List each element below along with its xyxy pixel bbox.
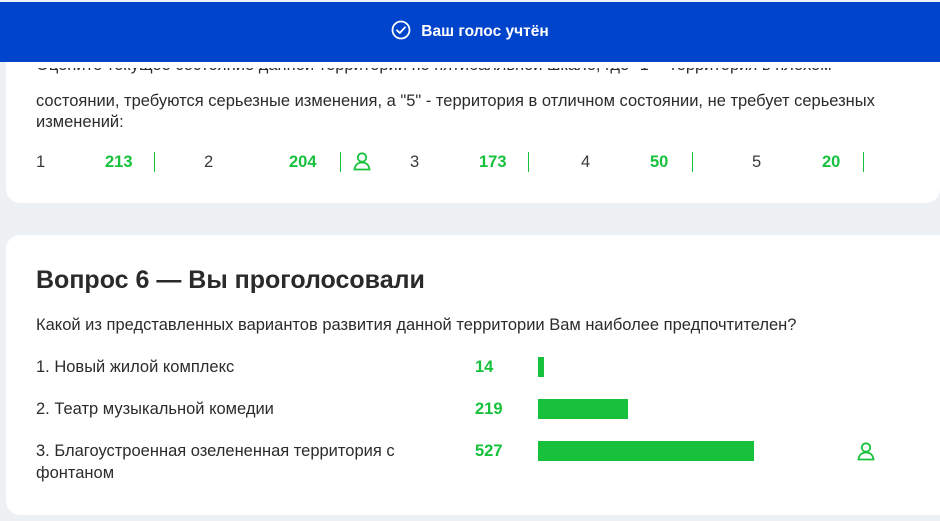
option-label: 1. Новый жилой комплекс (36, 358, 235, 376)
user-voted-icon (352, 151, 372, 171)
scale-label: 5 (752, 153, 762, 171)
scale-count: 213 (105, 153, 133, 171)
question-6-text: Какой из представленных вариантов развит… (36, 316, 797, 334)
question-5-card: Оцените текущее состояние данной террито… (6, 40, 940, 203)
question-5-text: состоянии, требуются серьезные изменения… (36, 92, 875, 131)
check-circle-icon (391, 20, 411, 45)
option-count: 527 (475, 442, 503, 460)
scale-count: 173 (479, 153, 507, 171)
scale-count: 204 (289, 153, 317, 171)
option-label: 2. Театр музыкальной комедии (36, 400, 274, 418)
scale-divider (528, 152, 529, 172)
option-count: 14 (475, 358, 494, 376)
scale-count: 20 (822, 153, 841, 171)
scale-divider (340, 152, 341, 172)
option-count: 219 (475, 400, 503, 418)
option-result-bar (538, 399, 628, 419)
option-result-bar (538, 441, 754, 461)
option-result-bar (538, 357, 544, 377)
scale-label: 4 (581, 153, 591, 171)
scale-divider (692, 152, 693, 172)
vote-confirmation-banner: Ваш голос учтён (0, 2, 940, 62)
question-6-title: Вопрос 6 — Вы проголосовали (36, 266, 425, 294)
scale-divider (863, 152, 864, 172)
banner-text: Ваш голос учтён (421, 23, 549, 40)
scale-label: 1 (36, 153, 46, 171)
scale-label: 2 (204, 153, 214, 171)
scale-divider (154, 152, 155, 172)
user-voted-icon (856, 441, 876, 461)
scale-label: 3 (410, 153, 420, 171)
option-label: 3. Благоустроенная озелененная территори… (36, 442, 395, 482)
scale-count: 50 (650, 153, 669, 171)
rating-scale-results: 1 213 2 204 3 173 4 50 5 20 (36, 150, 916, 174)
question-5-partial-line: Оцените текущее состояние данной террито… (36, 68, 916, 89)
question-6-card: Вопрос 6 — Вы проголосовали Какой из пре… (6, 235, 940, 515)
